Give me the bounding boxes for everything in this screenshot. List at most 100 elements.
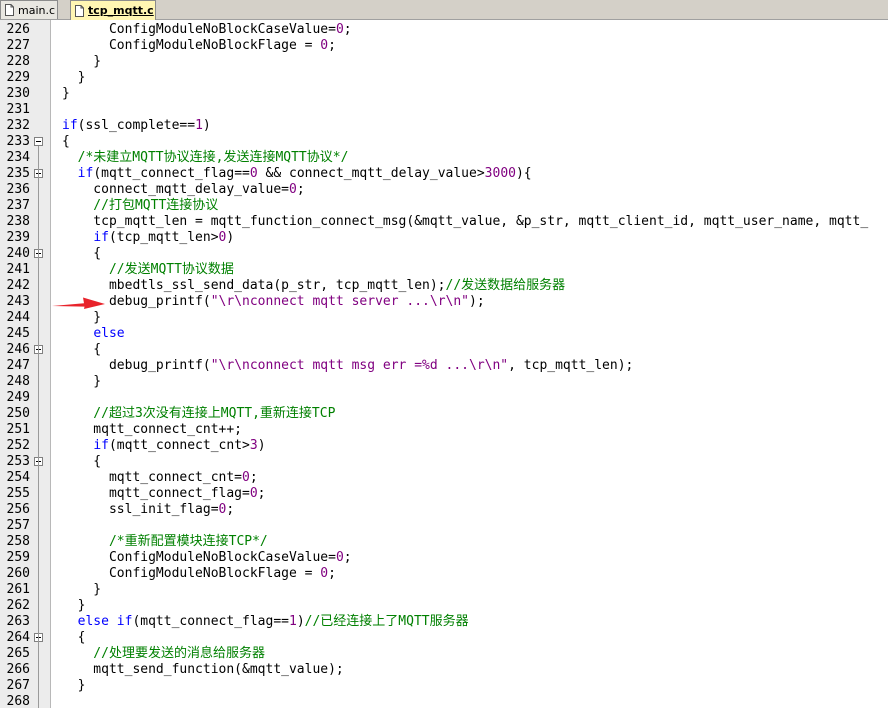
code-text: if(tcp_mqtt_len>0)	[62, 230, 234, 246]
line-number: 245	[6, 326, 30, 341]
code-token: "\r\nconnect mqtt msg err =%d ...\r\n"	[210, 358, 509, 373]
code-token: ;	[328, 566, 336, 581]
code-line: 240 {	[0, 246, 888, 262]
code-token: ;	[226, 502, 235, 517]
code-line: 262 }	[0, 598, 888, 614]
code-text: connect_mqtt_delay_value=0;	[62, 182, 304, 198]
line-number: 266	[6, 662, 30, 677]
code-line: 229 }	[0, 70, 888, 86]
code-text: debug_printf("\r\nconnect mqtt msg err =…	[62, 358, 633, 374]
code-token: 0	[320, 38, 329, 53]
line-number: 239	[6, 230, 30, 245]
code-token: mbedtls_ssl_send_data(p_str, tcp_mqtt_le…	[62, 278, 446, 293]
line-number: 243	[6, 294, 30, 309]
code-token: ;	[257, 486, 266, 501]
code-token: 1	[195, 118, 203, 133]
code-text: {	[62, 630, 86, 646]
code-line: 267 }	[0, 678, 888, 694]
code-token: ;	[328, 38, 336, 53]
line-number: 250	[6, 406, 30, 421]
code-line: 230}	[0, 86, 888, 102]
code-token: {	[62, 246, 102, 261]
code-token: && connect_mqtt_delay_value>	[257, 166, 485, 181]
code-text: {	[62, 454, 101, 470]
code-line: 238 tcp_mqtt_len = mqtt_function_connect…	[0, 214, 888, 230]
code-token: );	[469, 294, 485, 309]
code-editor[interactable]: 226 ConfigModuleNoBlockCaseValue=0; 227 C…	[0, 20, 888, 709]
code-line: 264 {	[0, 630, 888, 646]
code-token: {	[62, 134, 70, 149]
line-number: 228	[6, 54, 30, 69]
code-line: 242 mbedtls_ssl_send_data(p_str, tcp_mqt…	[0, 278, 888, 294]
code-token: (mqtt_connect_flag==	[132, 614, 289, 629]
line-number: 236	[6, 182, 30, 197]
code-text: ConfigModuleNoBlockFlage = 0;	[62, 566, 336, 582]
code-line: 256 ssl_init_flag=0;	[0, 502, 888, 518]
code-token: , tcp_mqtt_len);	[508, 358, 634, 373]
code-text: ConfigModuleNoBlockCaseValue=0;	[62, 550, 352, 566]
code-token: //已经连接上了MQTT服务器	[304, 614, 469, 629]
code-text: /*未建立MQTT协议连接,发送连接MQTT协议*/	[62, 150, 349, 166]
tab-tcp-mqtt-c[interactable]: tcp_mqtt.c	[70, 0, 156, 20]
code-line: 237 //打包MQTT连接协议	[0, 198, 888, 214]
line-number: 265	[6, 646, 30, 661]
code-line: 231	[0, 102, 888, 118]
code-token: /*重新配置模块连接TCP*/	[62, 534, 268, 549]
code-text: //打包MQTT连接协议	[62, 198, 218, 214]
line-number: 240	[6, 246, 30, 261]
code-token: )	[202, 118, 211, 133]
code-token: /*未建立MQTT协议连接,发送连接MQTT协议*/	[62, 150, 349, 165]
code-line: 251 mqtt_connect_cnt++;	[0, 422, 888, 438]
line-number: 231	[6, 102, 30, 117]
code-token: {	[62, 630, 86, 645]
code-token: (ssl_complete==	[77, 118, 196, 133]
code-token: 3000	[484, 166, 516, 181]
code-token: ;	[343, 22, 352, 37]
code-token: 3	[249, 438, 258, 453]
code-token: ConfigModuleNoBlockFlage =	[62, 38, 321, 53]
code-text: debug_printf("\r\nconnect mqtt server ..…	[62, 294, 485, 310]
code-text: else if(mqtt_connect_flag==1)//已经连接上了MQT…	[62, 614, 469, 630]
code-token: }	[62, 374, 102, 389]
code-token: //打包MQTT连接协议	[62, 198, 219, 213]
code-line: 249	[0, 390, 888, 406]
code-line: 227 ConfigModuleNoBlockFlage = 0;	[0, 38, 888, 54]
code-line: 226 ConfigModuleNoBlockCaseValue=0;	[0, 22, 888, 38]
code-line: 261 }	[0, 582, 888, 598]
code-token: //发送数据给服务器	[445, 278, 566, 293]
code-line: 233 {	[0, 134, 888, 150]
line-number: 251	[6, 422, 30, 437]
code-token: }	[62, 582, 102, 597]
code-line: 247 debug_printf("\r\nconnect mqtt msg e…	[0, 358, 888, 374]
code-text: else	[62, 326, 124, 342]
code-token: if	[77, 166, 94, 181]
line-number: 247	[6, 358, 30, 373]
tab-main-c[interactable]: main.c	[0, 0, 58, 19]
code-line: 235 if(mqtt_connect_flag==0 && connect_m…	[0, 166, 888, 182]
code-text: }	[62, 86, 70, 102]
code-token: (mqtt_connect_flag==	[93, 166, 250, 181]
line-number: 263	[6, 614, 30, 629]
code-token: 1	[289, 614, 297, 629]
code-line: 255 mqtt_connect_flag=0;	[0, 486, 888, 502]
code-line: 260 ConfigModuleNoBlockFlage = 0;	[0, 566, 888, 582]
code-text: if(mqtt_connect_cnt>3)	[62, 438, 266, 454]
line-number: 257	[6, 518, 30, 533]
line-number: 260	[6, 566, 30, 581]
code-text: if(ssl_complete==1)	[62, 118, 211, 134]
code-token: }	[62, 70, 86, 85]
code-line: 254 mqtt_connect_cnt=0;	[0, 470, 888, 486]
code-line: 243 debug_printf("\r\nconnect mqtt serve…	[0, 294, 888, 310]
code-token: )	[257, 438, 266, 453]
line-number: 244	[6, 310, 30, 325]
code-token: if	[93, 438, 109, 453]
code-text: if(mqtt_connect_flag==0 && connect_mqtt_…	[62, 166, 532, 182]
code-text: //处理要发送的消息给服务器	[62, 646, 265, 662]
code-token: {	[62, 342, 102, 357]
line-number: 226	[6, 22, 30, 37]
code-text: }	[62, 598, 86, 614]
fold-toggle-icon[interactable]	[34, 137, 43, 146]
code-text: }	[62, 678, 86, 694]
